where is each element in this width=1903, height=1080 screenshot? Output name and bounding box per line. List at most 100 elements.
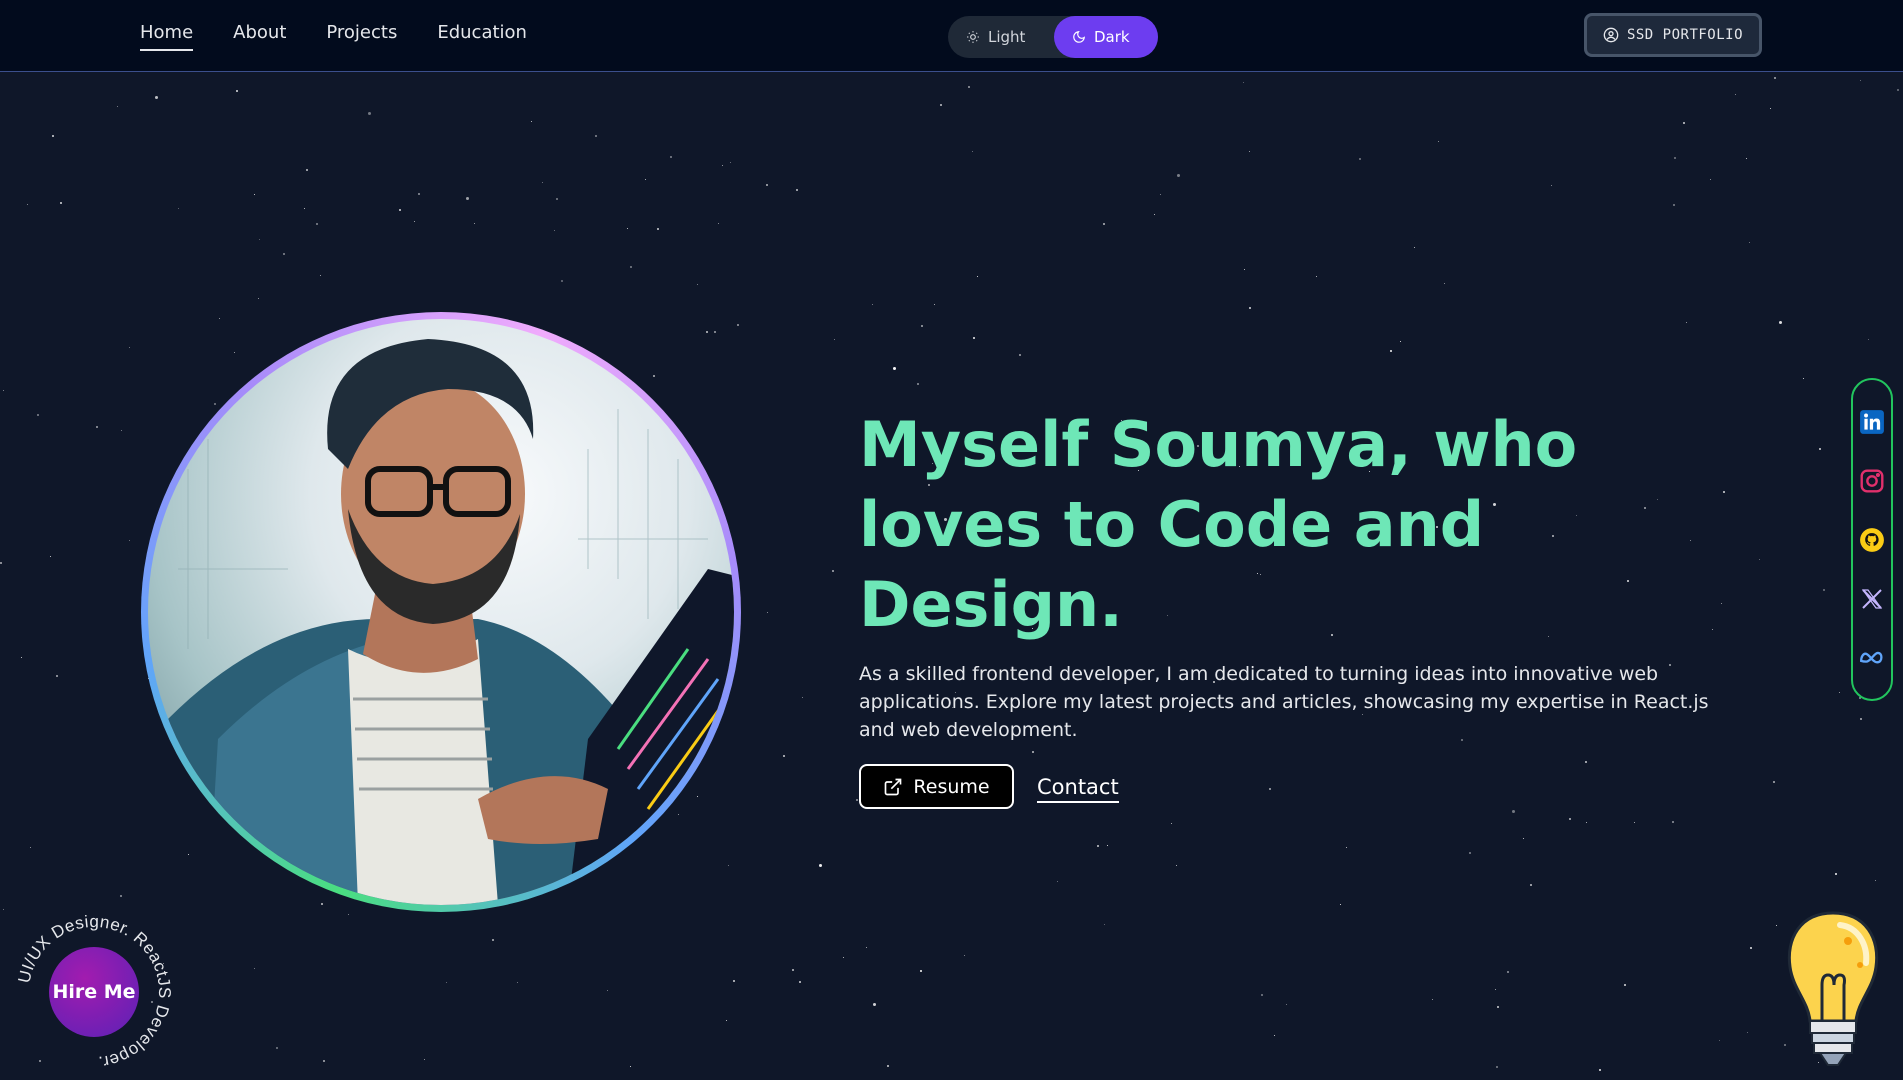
star — [697, 796, 698, 797]
instagram-icon[interactable] — [1859, 468, 1885, 494]
star — [1759, 559, 1760, 560]
star — [531, 121, 532, 122]
star — [595, 135, 597, 137]
star — [706, 331, 708, 333]
star — [236, 90, 238, 92]
star — [1868, 339, 1869, 340]
star — [96, 426, 98, 428]
star — [1390, 350, 1392, 352]
star — [1710, 179, 1711, 180]
star — [1770, 108, 1771, 109]
star — [630, 266, 632, 268]
star — [1627, 580, 1629, 582]
lightbulb-icon[interactable] — [1778, 905, 1888, 1075]
star — [872, 304, 873, 305]
star — [517, 982, 518, 983]
star — [1750, 947, 1752, 949]
hire-me-badge: UI/UX Designer. ReactJS Developer. Hire … — [14, 912, 174, 1072]
star — [802, 697, 803, 698]
star — [1690, 540, 1691, 541]
star — [1779, 321, 1782, 324]
dark-theme-button[interactable]: Dark — [1054, 16, 1158, 58]
star — [50, 556, 51, 557]
nav-link-projects[interactable]: Projects — [326, 22, 397, 51]
star — [1523, 838, 1524, 839]
star — [1569, 818, 1571, 820]
star — [323, 1060, 325, 1062]
github-icon[interactable] — [1859, 527, 1885, 553]
profile-avatar — [148, 319, 734, 905]
star — [1249, 151, 1250, 152]
nav-link-about[interactable]: About — [233, 22, 286, 51]
star — [414, 221, 415, 222]
star — [1286, 1004, 1287, 1005]
star — [155, 96, 158, 99]
star — [1586, 822, 1587, 823]
portfolio-brand-button[interactable]: SSD PORTFOLIO — [1584, 13, 1762, 57]
star — [304, 208, 305, 209]
star — [1735, 94, 1736, 95]
nav-link-home[interactable]: Home — [140, 22, 194, 51]
star — [320, 275, 321, 276]
hire-me-button[interactable]: Hire Me — [49, 947, 139, 1037]
contact-link[interactable]: Contact — [1037, 775, 1119, 803]
resume-button[interactable]: Resume — [859, 764, 1014, 809]
moon-icon — [1073, 31, 1085, 43]
star — [316, 223, 318, 225]
star — [1512, 810, 1515, 813]
star — [607, 990, 608, 991]
star — [920, 970, 922, 972]
star — [368, 112, 371, 115]
star — [1674, 157, 1676, 159]
star — [321, 903, 323, 905]
star — [1634, 822, 1635, 823]
star — [117, 106, 118, 107]
star — [893, 367, 896, 370]
star — [466, 197, 469, 200]
star — [1469, 852, 1471, 854]
social-links-bar — [1851, 378, 1893, 701]
star — [722, 165, 723, 166]
star — [1496, 1066, 1498, 1068]
star — [1495, 989, 1496, 990]
star — [1261, 994, 1263, 996]
star — [792, 969, 794, 971]
star — [1107, 845, 1108, 846]
light-theme-label: Light — [988, 28, 1026, 46]
star — [1585, 761, 1587, 763]
star — [657, 228, 659, 230]
star — [1746, 158, 1747, 159]
star — [1712, 629, 1713, 630]
star — [1438, 141, 1439, 142]
star — [678, 814, 679, 815]
star — [1823, 589, 1825, 591]
star — [556, 198, 558, 200]
star — [1875, 880, 1876, 881]
star — [697, 284, 698, 285]
meta-icon[interactable] — [1859, 645, 1885, 671]
star — [972, 151, 973, 152]
star — [1346, 847, 1347, 848]
star — [1057, 881, 1058, 882]
star — [934, 304, 935, 305]
star — [1686, 322, 1687, 323]
sun-icon — [967, 31, 979, 43]
nav-link-education[interactable]: Education — [437, 22, 527, 51]
star — [3, 909, 4, 910]
star — [1624, 984, 1626, 986]
star — [767, 612, 768, 613]
star — [917, 383, 919, 385]
star — [630, 1066, 631, 1067]
linkedin-icon[interactable] — [1859, 409, 1885, 435]
light-theme-button[interactable]: Light — [948, 16, 1054, 58]
star — [3, 390, 4, 391]
star — [276, 1047, 278, 1049]
star — [37, 414, 39, 416]
star — [627, 228, 628, 229]
star — [1154, 214, 1155, 215]
user-circle-icon — [1603, 27, 1619, 43]
star — [670, 156, 672, 158]
x-twitter-icon[interactable] — [1859, 586, 1885, 612]
external-link-icon — [885, 778, 902, 795]
star — [542, 182, 543, 183]
